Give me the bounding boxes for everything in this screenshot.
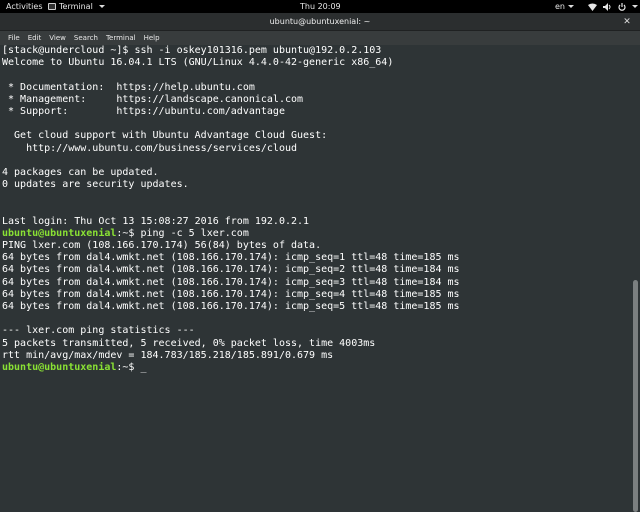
terminal-line: * Management: https://landscape.canonica… <box>2 93 304 105</box>
terminal-line: [stack@undercloud ~]$ ssh -i oskey101316… <box>2 45 382 56</box>
input-language-button[interactable]: en <box>555 0 574 13</box>
shell-prompt: ubuntu@ubuntuxenial <box>2 361 117 373</box>
chevron-down-icon <box>632 5 638 8</box>
terminal-line: Last login: Thu Oct 13 15:08:27 2016 fro… <box>2 215 310 227</box>
menu-help[interactable]: Help <box>140 31 164 45</box>
terminal-line: 4 packages can be updated. <box>2 166 159 178</box>
terminal-line: http://www.ubuntu.com/business/services/… <box>2 142 298 154</box>
terminal-line: 64 bytes from dal4.wmkt.net (108.166.170… <box>2 264 460 276</box>
menu-view[interactable]: View <box>45 31 70 45</box>
close-icon[interactable]: ✕ <box>622 17 632 27</box>
terminal-line: 64 bytes from dal4.wmkt.net (108.166.170… <box>2 300 460 312</box>
terminal-line: 0 updates are security updates. <box>2 179 189 191</box>
terminal-scrollbar[interactable] <box>633 280 638 512</box>
terminal-line: ubuntu@ubuntuxenial:~$ _ <box>2 362 640 374</box>
volume-icon <box>603 2 611 11</box>
top-bar: Activities Terminal Thu 20:09 en <box>0 0 640 13</box>
terminal-line: rtt min/avg/max/mdev = 184.783/185.218/1… <box>2 349 334 361</box>
network-icon <box>588 3 597 11</box>
window-title: ubuntu@ubuntuxenial: ~ <box>269 17 371 26</box>
terminal-line: ubuntu@ubuntuxenial:~$ ping -c 5 lxer.co… <box>2 228 640 240</box>
window-title-bar[interactable]: ubuntu@ubuntuxenial: ~ ✕ <box>0 13 640 31</box>
activities-button[interactable]: Activities <box>6 0 43 13</box>
shell-prompt: ubuntu@ubuntuxenial <box>2 227 117 239</box>
chevron-down-icon <box>568 5 574 8</box>
chevron-down-icon <box>98 5 105 8</box>
terminal-line: --- lxer.com ping statistics --- <box>2 325 195 337</box>
menu-edit[interactable]: Edit <box>24 31 46 45</box>
command-text: :~$ ping -c 5 lxer.com <box>116 227 249 239</box>
terminal-line: 64 bytes from dal4.wmkt.net (108.166.170… <box>2 276 460 288</box>
app-menu-button[interactable]: Terminal <box>48 0 105 13</box>
terminal-line: Welcome to Ubuntu 16.04.1 LTS (GNU/Linux… <box>2 57 394 69</box>
terminal-icon <box>48 3 56 10</box>
system-status-menu[interactable] <box>588 0 638 13</box>
terminal-line: * Support: https://ubuntu.com/advantage <box>2 105 285 117</box>
menu-file[interactable]: File <box>4 31 24 45</box>
menu-search[interactable]: Search <box>70 31 102 45</box>
terminal-output[interactable]: [stack@undercloud ~]$ ssh -i oskey101316… <box>0 45 640 512</box>
command-text: :~$ _ <box>116 361 147 373</box>
terminal-line: 5 packets transmitted, 5 received, 0% pa… <box>2 337 376 349</box>
app-menu-label: Terminal <box>59 2 93 11</box>
menu-bar: File Edit View Search Terminal Help <box>0 31 640 45</box>
terminal-line: PING lxer.com (108.166.170.174) 56(84) b… <box>2 240 322 251</box>
terminal-line: Get cloud support with Ubuntu Advantage … <box>2 130 328 142</box>
menu-terminal[interactable]: Terminal <box>102 31 140 45</box>
terminal-line: 64 bytes from dal4.wmkt.net (108.166.170… <box>2 252 460 264</box>
terminal-line: 64 bytes from dal4.wmkt.net (108.166.170… <box>2 288 460 300</box>
power-icon <box>618 2 626 11</box>
language-label: en <box>555 2 565 11</box>
terminal-line: * Documentation: https://help.ubuntu.com <box>2 81 255 93</box>
clock[interactable]: Thu 20:09 <box>300 0 341 13</box>
